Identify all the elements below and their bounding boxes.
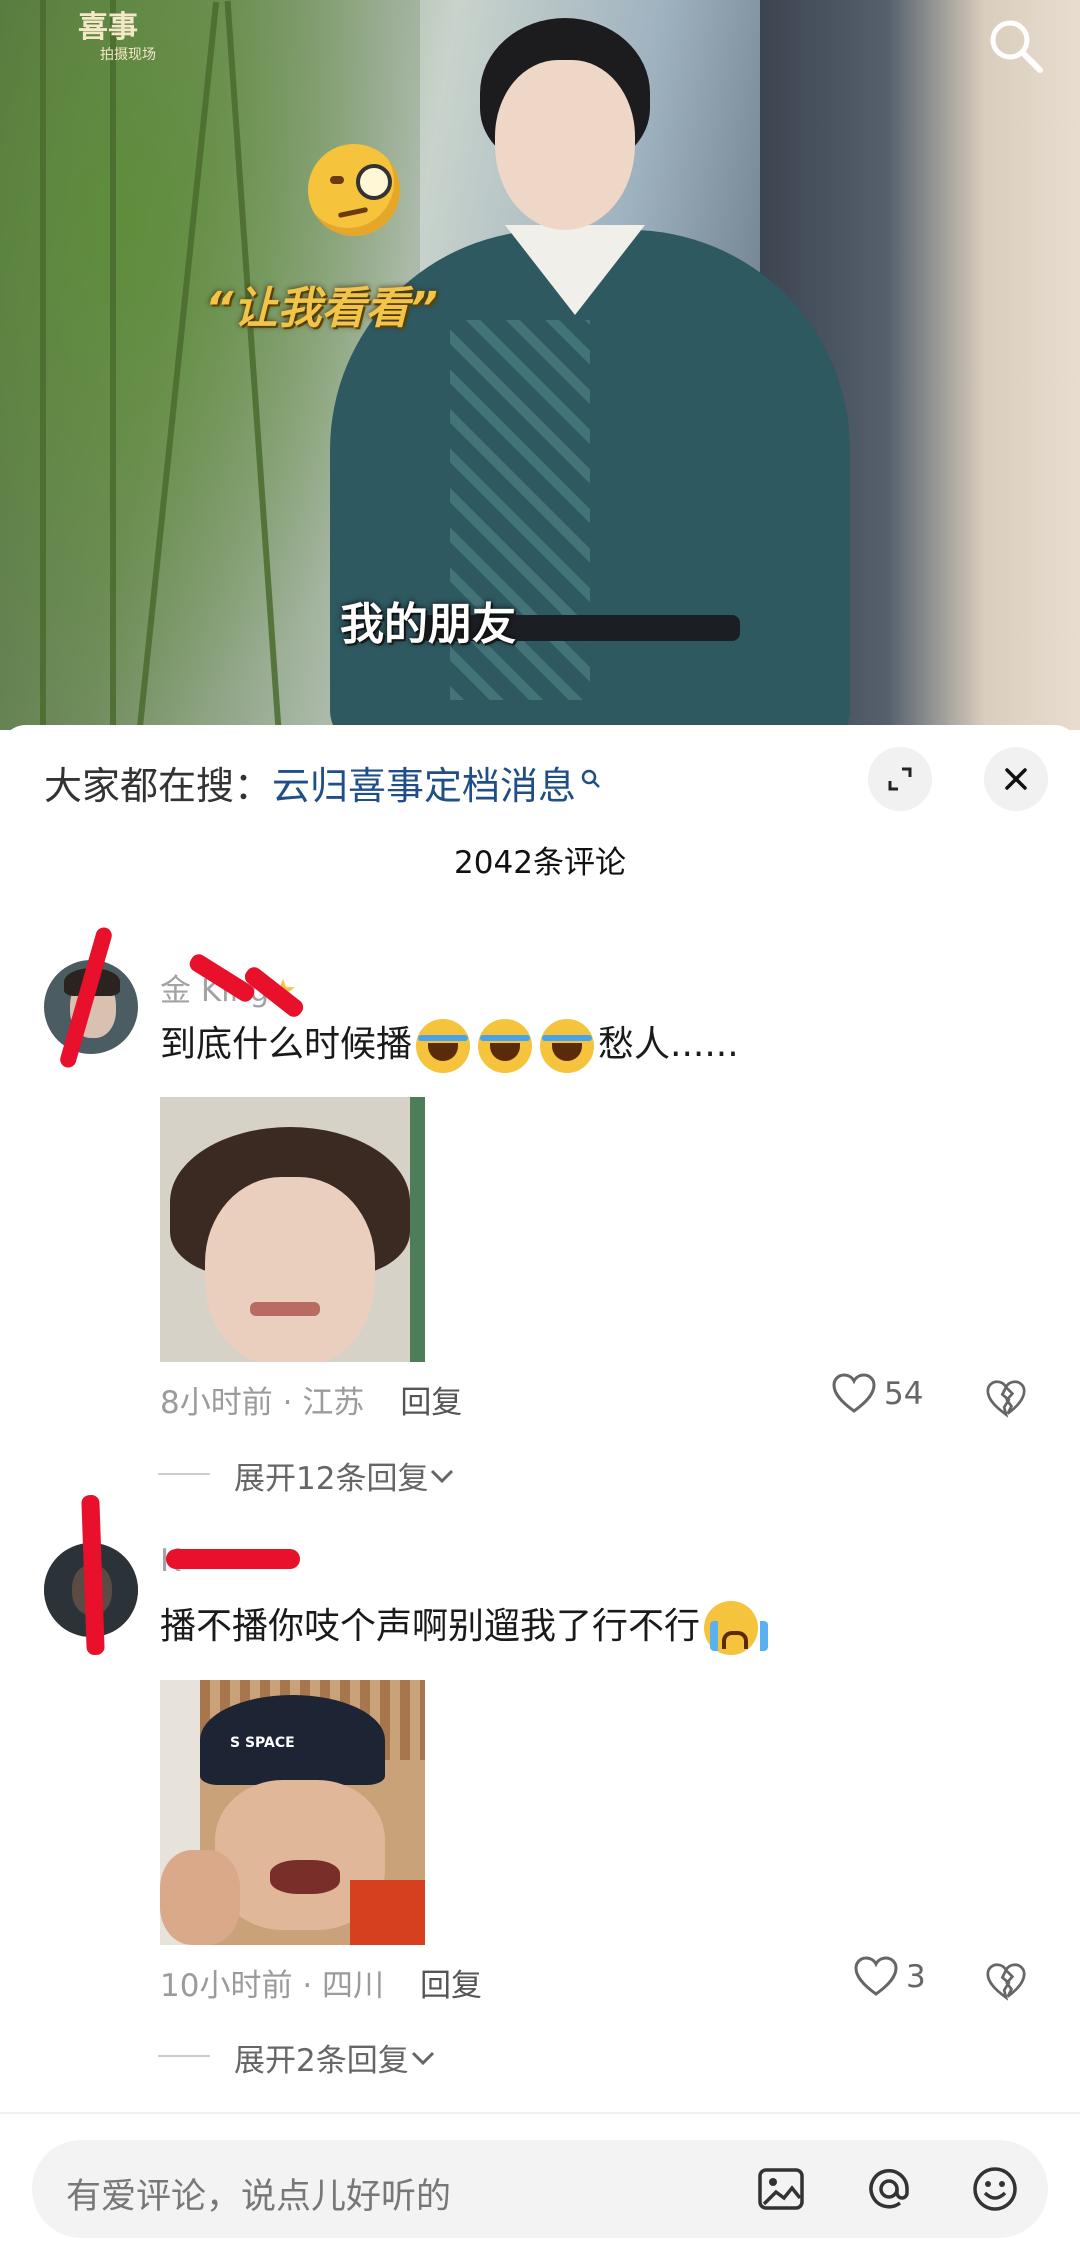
bamboo-stalk — [40, 0, 46, 730]
comment-input[interactable]: 有爱评论，说点儿好听的 — [32, 2140, 1048, 2238]
comment-text: 到底什么时候播 愁人...... — [160, 1015, 739, 1073]
laughing-tears-emoji-icon — [478, 1019, 533, 1073]
chevron-down-icon — [431, 1469, 454, 1483]
comment-input-placeholder: 有爱评论，说点儿好听的 — [66, 2177, 452, 2217]
video-caption-top: “让我看看” — [205, 283, 438, 334]
video-watermark: 喜事 拍摄现场 — [78, 10, 156, 63]
expand-fullscreen-button[interactable] — [868, 747, 932, 811]
dislike-button[interactable] — [986, 1962, 1026, 2002]
hot-search-link[interactable]: 云归喜事定档消息 — [272, 764, 576, 808]
video-player[interactable]: 喜事 拍摄现场 “让我看看” 我的朋友 — [0, 0, 1080, 730]
reply-button[interactable]: 回复 — [400, 1385, 462, 1421]
search-icon — [580, 755, 602, 799]
close-icon — [1005, 768, 1027, 790]
like-button[interactable]: 54 — [832, 1373, 923, 1415]
comment-meta: 8小时前 · 江苏 回复 — [160, 1385, 463, 1421]
video-caption-bottom: 我的朋友 — [340, 599, 516, 650]
comment-image[interactable] — [160, 1097, 425, 1362]
search-icon[interactable] — [986, 16, 1046, 76]
comment-count: 2042条评论 — [454, 845, 626, 881]
emoji-picker-icon[interactable] — [970, 2164, 1020, 2214]
like-count: 3 — [906, 1959, 926, 1995]
expand-replies-button[interactable]: 展开2条回复 — [158, 2035, 437, 2080]
close-button[interactable] — [984, 747, 1048, 811]
heart-icon — [854, 1956, 898, 1996]
thinking-monocle-emoji-icon — [308, 144, 400, 236]
like-button[interactable]: 3 — [854, 1956, 926, 1998]
redaction-mark — [166, 1549, 300, 1569]
mention-icon[interactable] — [864, 2164, 914, 2214]
broken-heart-icon — [986, 1963, 1026, 2001]
heart-icon — [832, 1373, 876, 1413]
image-icon[interactable] — [756, 2164, 806, 2214]
chevron-down-icon — [411, 2051, 434, 2065]
comment-meta: 10小时前 · 四川 回复 — [160, 1968, 483, 2004]
broken-heart-icon — [986, 1380, 1026, 1418]
reply-button[interactable]: 回复 — [420, 1968, 482, 2004]
comment-text: 播不播你吱个声啊别遛我了行不行 — [160, 1597, 769, 1655]
hot-search-prefix: 大家都在搜： — [44, 764, 273, 808]
comment-image[interactable]: S SPACE — [160, 1680, 425, 1945]
expand-replies-button[interactable]: 展开12条回复 — [158, 1453, 456, 1498]
laughing-tears-emoji-icon — [416, 1019, 471, 1073]
like-count: 54 — [884, 1376, 924, 1412]
laughing-tears-emoji-icon — [540, 1019, 595, 1073]
divider — [0, 2112, 1080, 2114]
comment-panel: 大家都在搜：云归喜事定档消息 2042条评论 金 King★ 到底什么时候播愁人… — [0, 725, 1080, 2250]
expand-icon — [888, 767, 912, 791]
dislike-button[interactable] — [986, 1379, 1026, 1419]
crying-face-emoji-icon — [704, 1601, 769, 1655]
bamboo-stalk — [110, 0, 116, 730]
hot-search-bar[interactable]: 大家都在搜：云归喜事定档消息 — [44, 755, 602, 810]
